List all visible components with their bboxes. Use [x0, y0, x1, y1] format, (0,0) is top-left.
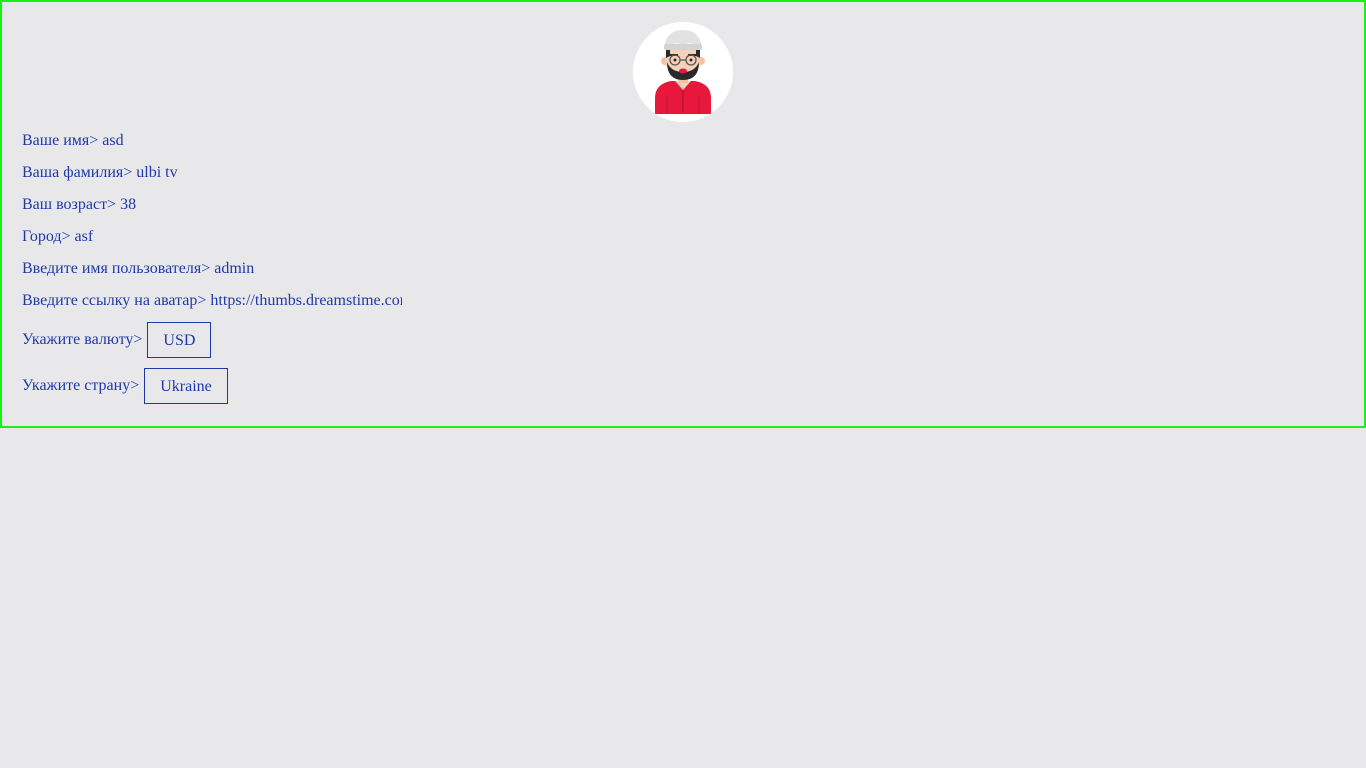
first-name-row: Ваше имя> asd	[22, 131, 124, 151]
age-value[interactable]: 38	[120, 195, 136, 215]
username-row: Введите имя пользователя> admin	[22, 259, 254, 279]
avatar-url-row: Введите ссылку на аватар> https://thumbs…	[22, 291, 402, 311]
country-row: Укажите страну> Ukraine	[22, 368, 228, 404]
avatar	[633, 22, 733, 122]
last-name-label: Ваша фамилия>	[22, 164, 133, 182]
profile-card: Ваше имя> asd Ваша фамилия> ulbi tv Ваш …	[0, 0, 1366, 428]
last-name-value[interactable]: ulbi tv	[136, 163, 177, 183]
avatar-url-value[interactable]: https://thumbs.dreamstime.com	[210, 291, 402, 311]
username-value[interactable]: admin	[214, 259, 254, 279]
currency-row: Укажите валюту> USD	[22, 322, 212, 358]
last-name-row: Ваша фамилия> ulbi tv	[22, 163, 178, 183]
city-label: Город>	[22, 228, 71, 246]
first-name-label: Ваше имя>	[22, 132, 99, 150]
username-label: Введите имя пользователя>	[22, 260, 211, 278]
age-label: Ваш возраст>	[22, 196, 117, 214]
age-row: Ваш возраст> 38	[22, 195, 136, 215]
city-value[interactable]: asf	[75, 227, 94, 247]
city-row: Город> asf	[22, 227, 93, 247]
country-select[interactable]: Ukraine	[144, 368, 228, 404]
country-label: Укажите страну>	[22, 377, 140, 394]
currency-label: Укажите валюту>	[22, 331, 143, 348]
first-name-value[interactable]: asd	[102, 131, 123, 151]
avatar-man-icon	[633, 22, 733, 122]
avatar-url-label: Введите ссылку на аватар>	[22, 292, 207, 310]
currency-select[interactable]: USD	[147, 322, 212, 358]
